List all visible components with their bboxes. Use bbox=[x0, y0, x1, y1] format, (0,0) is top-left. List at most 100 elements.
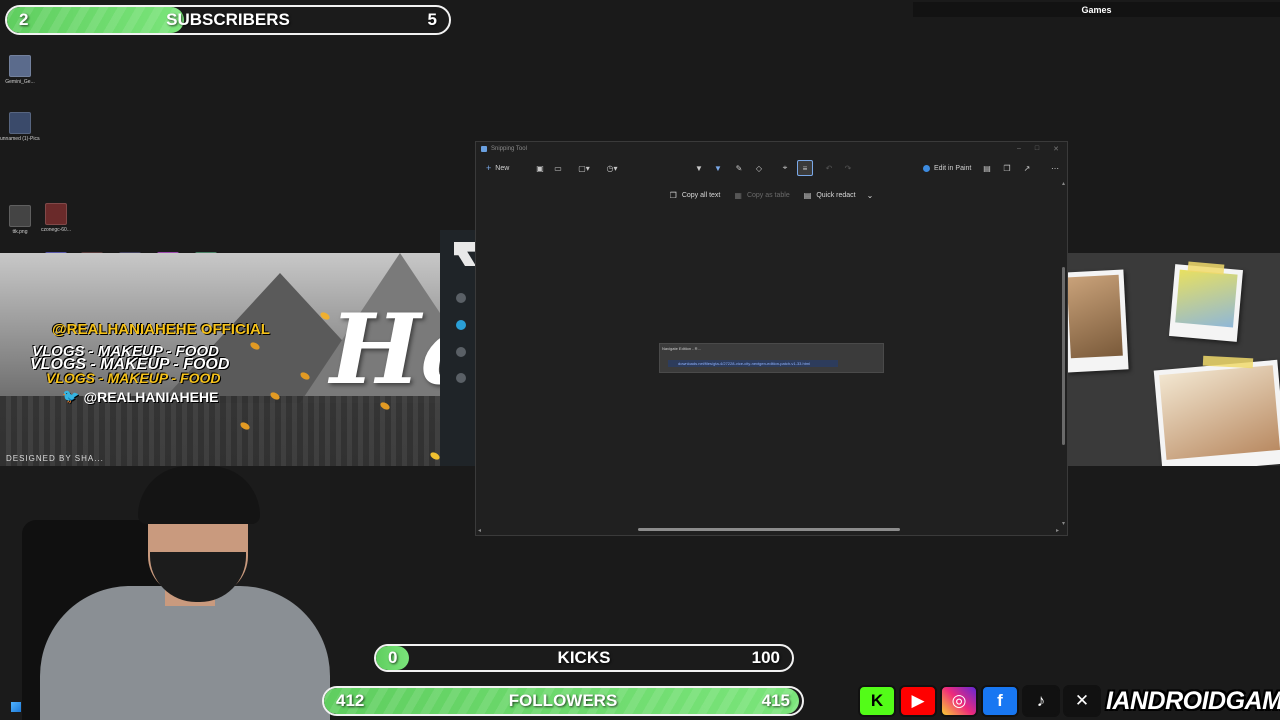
collage-photo-2 bbox=[1168, 264, 1244, 342]
youtube-icon: ▶ bbox=[899, 685, 937, 717]
preview-url: downloads.net/files/gta-4/27228-vice-cit… bbox=[668, 360, 838, 367]
copy-all-text-label: Copy all text bbox=[681, 191, 721, 199]
copy-as-table-label: Copy as table bbox=[746, 191, 790, 199]
desktop-icon[interactable]: Gemini_Ge... bbox=[0, 55, 40, 85]
kick-icon: K bbox=[858, 685, 896, 717]
help-icon[interactable] bbox=[456, 373, 466, 383]
kicks-label: KICKS bbox=[557, 648, 611, 667]
snip-shape-icon[interactable]: ▢▾ bbox=[576, 160, 592, 176]
followers-label: FOLLOWERS bbox=[508, 691, 618, 710]
photo-collage bbox=[1068, 253, 1280, 466]
screenshot-preview[interactable]: Navigate Edition - R... downloads.net/fi… bbox=[659, 343, 884, 373]
collage-photo-3 bbox=[1153, 359, 1280, 466]
kicks-progress-bar: 0 KICKS 100 bbox=[374, 644, 794, 672]
quick-redact-label: Quick redact bbox=[816, 191, 856, 199]
scroll-left-icon[interactable]: ◂ bbox=[478, 527, 481, 534]
subscribers-goal: 5 bbox=[427, 10, 437, 29]
channel-brand-name: IANDROIDGAMING bbox=[1106, 686, 1280, 715]
title-bar: Snipping Tool – □ ✕ bbox=[476, 142, 1067, 156]
subscribers-label: SUBSCRIBERS bbox=[166, 10, 290, 29]
desktop-icon-caption: Gemini_Ge... bbox=[5, 79, 35, 85]
info-icon[interactable] bbox=[456, 347, 466, 357]
edit-in-paint-label: Edit in Paint bbox=[934, 164, 972, 172]
desktop-icon-caption: czonegc-60... bbox=[40, 227, 72, 233]
background-app-sidebar bbox=[440, 230, 476, 466]
tiktok-icon: ♪ bbox=[1022, 685, 1060, 717]
copy-all-text-button[interactable]: ❐ Copy all text bbox=[670, 189, 721, 201]
quick-redact-button[interactable]: ▤ Quick redact ⌄ bbox=[804, 189, 874, 201]
desktop-icon-caption: ttk.png bbox=[12, 229, 28, 235]
chevron-down-icon[interactable]: ⌄ bbox=[867, 191, 874, 200]
shapes-icon[interactable]: ◇ bbox=[751, 160, 767, 176]
text-actions-bar: ❐ Copy all text ▦ Copy as table ▤ Quick … bbox=[476, 189, 1067, 201]
crop-icon[interactable]: ⌖ bbox=[777, 160, 793, 176]
banner-credit: DESIGNED BY SHA... bbox=[6, 454, 104, 463]
eraser-icon[interactable]: ✎ bbox=[731, 160, 747, 176]
horizontal-scrollbar[interactable] bbox=[638, 528, 900, 531]
toolbar: + New ▣ ▭ ▢▾ ◷▾ ▼ ▼ ✎ ◇ ⌖ ≡ ↶ ↷ Edit in … bbox=[476, 159, 1067, 177]
app-logo-icon bbox=[454, 242, 476, 266]
followers-progress-bar: 412 FOLLOWERS 415 bbox=[322, 686, 804, 716]
channel-banner: Ha @REALHANIAHEHE OFFICIAL VLOGS - MAKEU… bbox=[0, 253, 440, 466]
file-thumbnail-icon bbox=[45, 203, 67, 225]
desktop-icon[interactable]: czonegc-60... bbox=[36, 203, 76, 233]
new-button[interactable]: + New bbox=[486, 160, 509, 176]
instagram-icon: ◎ bbox=[940, 685, 978, 717]
subscribers-progress-bar: 2 SUBSCRIBERS 5 bbox=[5, 5, 451, 35]
kicks-goal: 100 bbox=[751, 648, 780, 667]
close-icon[interactable]: ✕ bbox=[1053, 145, 1059, 153]
redact-icon: ▤ bbox=[803, 190, 812, 200]
facebook-icon: f bbox=[981, 685, 1019, 717]
undo-icon[interactable]: ↶ bbox=[821, 160, 837, 176]
save-icon[interactable]: ▤ bbox=[979, 160, 995, 176]
share-icon[interactable]: ↗ bbox=[1019, 160, 1035, 176]
file-thumbnail-icon bbox=[9, 112, 31, 134]
new-label: New bbox=[495, 164, 510, 172]
desktop-icon[interactable]: ttk.png bbox=[0, 205, 40, 235]
webcam-feed bbox=[0, 466, 330, 720]
snipping-tool-icon bbox=[481, 146, 487, 152]
collage-photo-1 bbox=[1068, 269, 1129, 373]
maximize-icon[interactable]: □ bbox=[1035, 145, 1039, 153]
window-title: Snipping Tool bbox=[491, 146, 527, 152]
highlighter-icon[interactable]: ▼ bbox=[710, 160, 726, 176]
banner-script-text: Ha bbox=[330, 293, 440, 406]
followers-goal: 415 bbox=[761, 691, 790, 710]
vertical-scrollbar[interactable] bbox=[1062, 267, 1065, 445]
settings-icon[interactable] bbox=[456, 293, 466, 303]
windows-start-icon[interactable] bbox=[11, 702, 21, 712]
copy-icon[interactable]: ❐ bbox=[999, 160, 1015, 176]
text-actions-icon[interactable]: ≡ bbox=[797, 160, 813, 176]
banner-twitter-handle: @REALHANIAHEHE bbox=[83, 388, 219, 405]
file-thumbnail-icon bbox=[9, 205, 31, 227]
snipping-tool-window: Snipping Tool – □ ✕ + New ▣ ▭ ▢▾ ◷▾ ▼ ▼ … bbox=[475, 141, 1068, 536]
scroll-up-icon[interactable]: ▴ bbox=[1062, 180, 1065, 187]
more-options-icon[interactable]: ⋯ bbox=[1047, 160, 1063, 176]
minimize-icon[interactable]: – bbox=[1017, 145, 1021, 153]
desktop-icon-caption: unnamed (1)-Picsart-... bbox=[0, 136, 40, 142]
streamer-torso bbox=[40, 586, 330, 720]
record-mode-icon[interactable]: ▭ bbox=[550, 160, 566, 176]
screenshot-mode-icon[interactable]: ▣ bbox=[532, 160, 548, 176]
twitter-bird-icon: 🐦 bbox=[62, 388, 80, 404]
plus-icon: + bbox=[486, 163, 492, 173]
refresh-icon[interactable] bbox=[456, 320, 466, 330]
paint-icon bbox=[923, 164, 930, 172]
scroll-down-icon[interactable]: ▾ bbox=[1062, 520, 1065, 527]
redo-icon[interactable]: ↷ bbox=[840, 160, 856, 176]
delay-timer-icon[interactable]: ◷▾ bbox=[604, 160, 620, 176]
x-icon: ✕ bbox=[1063, 685, 1101, 717]
social-links-bar: K ▶ ◎ f ♪ ✕ IANDROIDGAMING bbox=[858, 685, 1280, 717]
scroll-right-icon[interactable]: ▸ bbox=[1056, 527, 1059, 534]
file-thumbnail-icon bbox=[9, 55, 31, 77]
preview-tab-title: Navigate Edition - R... bbox=[662, 346, 701, 351]
banner-twitter: 🐦 @REALHANIAHEHE bbox=[62, 388, 218, 405]
desktop-icon[interactable]: unnamed (1)-Picsart-... bbox=[0, 112, 40, 142]
pen-icon[interactable]: ▼ bbox=[691, 160, 707, 176]
edit-in-paint-button[interactable]: Edit in Paint bbox=[923, 160, 971, 176]
table-icon: ▦ bbox=[734, 190, 742, 200]
banner-handle: @REALHANIAHEHE OFFICIAL bbox=[52, 321, 270, 338]
copy-text-icon: ❐ bbox=[669, 190, 677, 200]
copy-as-table-button[interactable]: ▦ Copy as table bbox=[734, 189, 789, 201]
banner-tagline-3: VLOGS - MAKEUP - FOOD bbox=[46, 370, 221, 386]
